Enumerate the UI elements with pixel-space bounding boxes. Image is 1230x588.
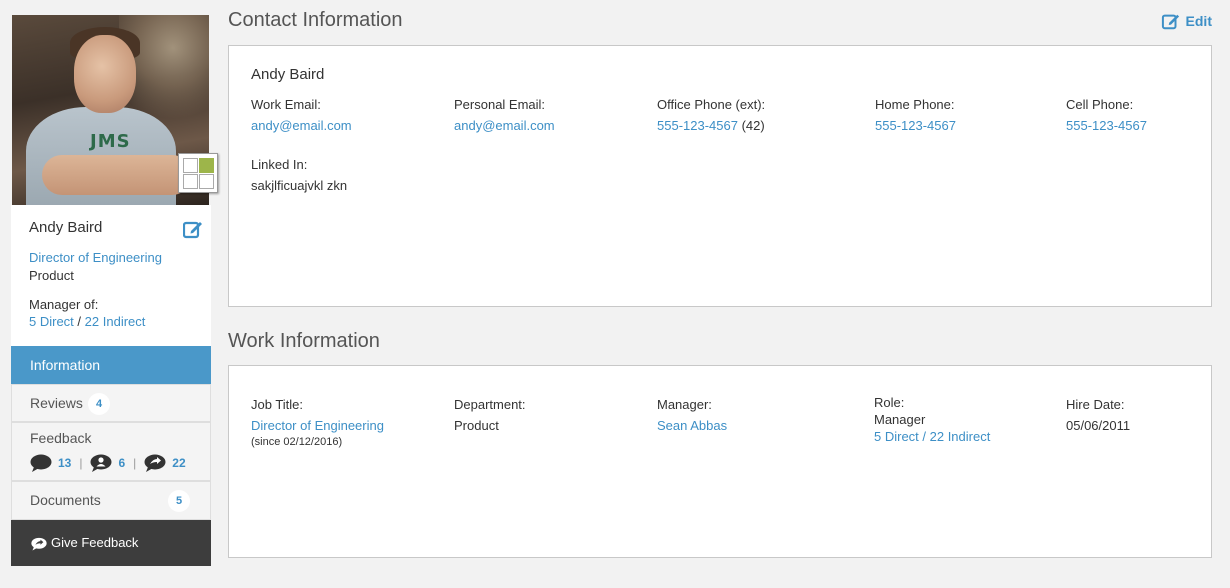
feedback-private-count[interactable]: 6 [118,456,125,470]
job-title-since: (since 02/12/2016) [251,436,343,448]
nav-item-label: Documents [30,492,101,508]
work-information-title: Work Information [228,330,380,352]
private-feedback-icon [90,454,112,472]
manager-of-links: 5 Direct / 22 Indirect [29,314,145,329]
count-separator: | [79,456,83,470]
nav-item-label: Feedback [30,430,92,446]
personal-email-field: Personal Email: andy@email.com [454,94,555,136]
nav-item-label: Information [30,357,101,373]
work-information-panel: Job Title: Director of Engineering (sinc… [228,365,1212,558]
work-email-field: Work Email: andy@email.com [251,94,352,136]
contact-information-title: Contact Information [228,9,403,31]
field-label: Personal Email: [454,97,546,112]
field-label: Hire Date: [1066,397,1125,412]
role-value: Manager [874,412,926,427]
job-title-field: Job Title: Director of Engineering (sinc… [251,394,384,449]
office-extension: (42) [741,118,765,133]
job-title-link[interactable]: Director of Engineering [251,418,384,433]
department-value: Product [454,418,499,433]
share-bubble-icon [144,454,166,472]
nav-item-label: Reviews [30,395,83,411]
photo-arms [42,155,192,195]
nav-item-feedback[interactable]: Feedback 13 | 6 | 22 [11,422,211,481]
field-label: Manager: [657,397,712,412]
field-label: Work Email: [251,97,321,112]
nav-item-documents[interactable]: Documents 5 [11,481,211,520]
profile-card: Andy Baird Director of Engineering Produ… [11,205,211,346]
home-phone-link[interactable]: 555-123-4567 [875,118,956,133]
profile-department: Product [29,268,74,283]
field-label: Role: [874,395,905,410]
give-feedback-label: Give Feedback [51,535,139,550]
manager-field: Manager: Sean Abbas [657,394,727,436]
role-reports-link[interactable]: 5 Direct / 22 Indirect [874,429,990,444]
contact-information-panel: Andy Baird Work Email: andy@email.com Pe… [228,45,1212,307]
field-label: Department: [454,397,526,412]
personal-email-link[interactable]: andy@email.com [454,118,555,133]
give-feedback-button[interactable]: Give Feedback [11,520,211,566]
hire-date-value: 05/06/2011 [1066,418,1131,433]
reviews-count-badge: 4 [88,393,110,415]
feedback-received-count[interactable]: 13 [58,456,71,470]
nine-box-grid-icon[interactable] [178,153,218,193]
edit-icon [1161,14,1179,30]
cell-phone-link[interactable]: 555-123-4567 [1066,118,1147,133]
photo-head [74,35,136,113]
feedback-counts: 13 | 6 | 22 [30,453,186,473]
nav-item-reviews[interactable]: Reviews 4 [11,384,211,422]
role-field: Role: Manager 5 Direct / 22 Indirect [874,394,990,445]
home-phone-field: Home Phone: 555-123-4567 [875,94,956,136]
profile-name: Andy Baird [29,219,103,236]
speech-bubble-icon [30,454,52,472]
nav-item-information[interactable]: Information [11,346,211,384]
edit-label: Edit [1185,13,1212,29]
office-phone-field: Office Phone (ext): 555-123-4567 (42) [657,94,765,136]
manager-of-label: Manager of: [29,297,99,312]
direct-reports-link[interactable]: 5 Direct [29,314,74,329]
profile-sidebar: JMS Andy Baird Director of Engineering P… [11,14,218,588]
hire-date-field: Hire Date: 05/06/2011 [1066,394,1130,436]
department-field: Department: Product [454,394,526,436]
count-separator: | [133,456,137,470]
field-label: Cell Phone: [1066,97,1134,112]
linkedin-value: sakjlficuajvkl zkn [251,178,348,193]
field-label: Job Title: [251,397,304,412]
field-label: Home Phone: [875,97,955,112]
office-phone-link[interactable]: 555-123-4567 [657,118,738,133]
feedback-given-count[interactable]: 22 [172,456,185,470]
feedback-bubble-icon [31,537,47,554]
field-label: Office Phone (ext): [657,97,766,112]
edit-profile-icon[interactable] [182,219,203,239]
indirect-reports-link[interactable]: 22 Indirect [85,314,146,329]
profile-job-title-link[interactable]: Director of Engineering [29,250,162,265]
photo-shirt-print: JMS [90,131,131,152]
edit-contact-button[interactable]: Edit [1161,12,1212,30]
work-email-link[interactable]: andy@email.com [251,118,352,133]
linkedin-field: Linked In: sakjlficuajvkl zkn [251,154,347,196]
cell-phone-field: Cell Phone: 555-123-4567 [1066,94,1147,136]
manager-link[interactable]: Sean Abbas [657,418,727,433]
contact-name: Andy Baird [251,66,325,83]
reports-separator: / [77,314,82,329]
field-label: Linked In: [251,157,308,172]
documents-count-badge: 5 [168,490,190,512]
